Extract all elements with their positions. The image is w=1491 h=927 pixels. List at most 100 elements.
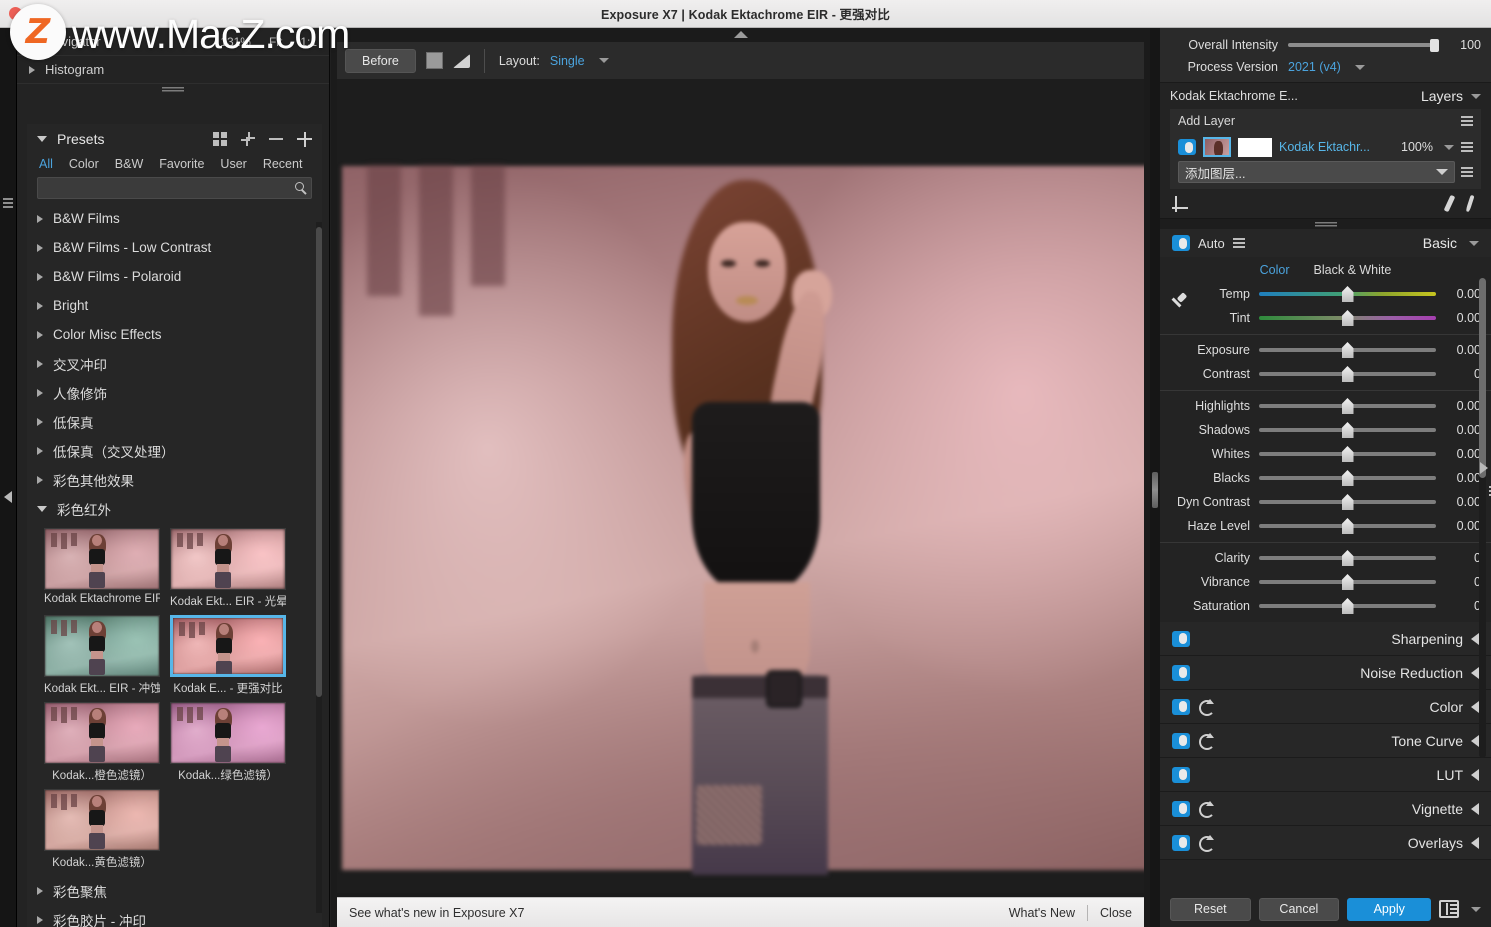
histogram-section-header[interactable]: Histogram: [17, 56, 329, 84]
preset-thumbnail-item[interactable]: Kodak Ekt... EIR - 光晕: [170, 528, 286, 609]
expand-left-arrow-icon[interactable]: [1471, 836, 1479, 849]
vibrance-slider[interactable]: [1259, 574, 1436, 590]
lut-enable-toggle[interactable]: [1172, 766, 1190, 783]
saturation-slider[interactable]: [1259, 598, 1436, 614]
temp-slider[interactable]: [1259, 286, 1436, 302]
slider-handle[interactable]: [1430, 39, 1439, 52]
exposure-slider[interactable]: [1259, 342, 1436, 358]
right-divider-grip-icon[interactable]: [1152, 472, 1158, 508]
preset-thumbnail-image[interactable]: [44, 702, 160, 764]
layers-menu-icon[interactable]: [1461, 116, 1473, 126]
noise-reduction-enable-toggle[interactable]: [1172, 664, 1190, 681]
close-window-button[interactable]: [9, 7, 22, 20]
whites-row[interactable]: Whites 0.00: [1160, 442, 1491, 466]
tab-black-and-white[interactable]: Black & White: [1314, 263, 1392, 277]
blacks-slider[interactable]: [1259, 470, 1436, 486]
section-vignette[interactable]: Vignette: [1160, 792, 1491, 826]
eyedropper-icon[interactable]: [1170, 293, 1190, 313]
sharpening-enable-toggle[interactable]: [1172, 630, 1190, 647]
window-controls[interactable]: [9, 7, 43, 20]
filter-tab-recent[interactable]: Recent: [263, 157, 303, 171]
left-panel-resize-grip[interactable]: [17, 84, 329, 95]
navigator-section-header[interactable]: Navigator 131% Fit 1:1: [17, 28, 329, 56]
layer-row[interactable]: Kodak Ektachr... 100%: [1170, 133, 1481, 161]
slider-handle[interactable]: [1341, 446, 1354, 462]
close-banner-button[interactable]: Close: [1100, 906, 1132, 920]
add-layer-select[interactable]: 添加图层...: [1178, 161, 1455, 183]
chevron-down-icon[interactable]: [1471, 906, 1481, 912]
brush-tool-icon[interactable]: [1459, 194, 1479, 214]
haze-level-row[interactable]: Haze Level 0.00: [1160, 514, 1491, 538]
split-view-square-icon[interactable]: [425, 52, 443, 69]
slider-handle[interactable]: [1341, 518, 1354, 534]
preset-group-color-misc[interactable]: 彩色其他效果: [37, 465, 316, 494]
right-panel-scrollbar[interactable]: [1479, 278, 1486, 758]
filter-tab-bw[interactable]: B&W: [115, 157, 143, 171]
preset-filter-tabs[interactable]: All Color B&W Favorite User Recent: [27, 154, 322, 177]
reset-icon[interactable]: [1198, 835, 1215, 852]
zoom-window-button[interactable]: [30, 7, 43, 20]
whats-new-button[interactable]: What's New: [1009, 906, 1075, 920]
preset-thumbnail-item[interactable]: Kodak...黄色滤镜）: [44, 789, 160, 870]
edited-photo[interactable]: [342, 166, 1144, 875]
crop-tool-icon[interactable]: [1172, 195, 1188, 212]
slider-handle[interactable]: [1341, 470, 1354, 486]
vignette-enable-toggle[interactable]: [1172, 800, 1190, 817]
split-view-diagonal-icon[interactable]: [452, 53, 470, 68]
process-version-value[interactable]: 2021 (v4): [1288, 60, 1341, 74]
preset-thumbnail-image[interactable]: [170, 615, 286, 677]
preset-group-color-misc-effects[interactable]: Color Misc Effects: [37, 320, 316, 349]
add-layer-menu-icon[interactable]: [1461, 167, 1473, 177]
process-version-row[interactable]: Process Version 2021 (v4): [1160, 56, 1491, 78]
slider-handle[interactable]: [1341, 342, 1354, 358]
reset-icon[interactable]: [1198, 699, 1215, 716]
slider-handle[interactable]: [1341, 494, 1354, 510]
color-enable-toggle[interactable]: [1172, 698, 1190, 715]
temp-row[interactable]: Temp 0.00: [1160, 282, 1491, 306]
highlights-row[interactable]: Highlights 0.00: [1160, 394, 1491, 418]
chevron-down-icon[interactable]: [1444, 144, 1454, 150]
preset-thumbnail-item-selected[interactable]: Kodak E... - 更强对比: [170, 615, 286, 696]
filter-tab-all[interactable]: All: [39, 157, 53, 171]
show-filmstrip-caret-icon[interactable]: [733, 31, 748, 38]
expand-left-arrow-icon[interactable]: [1471, 666, 1479, 679]
remove-preset-icon[interactable]: [269, 138, 283, 140]
collapse-all-icon[interactable]: [241, 132, 255, 146]
overlays-enable-toggle[interactable]: [1172, 834, 1190, 851]
panel-layout-icon[interactable]: [1439, 900, 1459, 918]
preset-thumbnail-image[interactable]: [44, 615, 160, 677]
reset-button[interactable]: Reset: [1170, 897, 1251, 921]
collapse-left-panel-arrow-icon[interactable]: [4, 491, 12, 503]
chevron-down-icon[interactable]: [37, 136, 47, 142]
overall-intensity-row[interactable]: Overall Intensity 100: [1160, 34, 1491, 56]
preset-thumbnail-image[interactable]: [44, 789, 160, 851]
slider-handle[interactable]: [1341, 422, 1354, 438]
auto-button[interactable]: Auto: [1198, 236, 1225, 251]
add-layer-dropdown-row[interactable]: 添加图层...: [1170, 161, 1481, 183]
preset-group-bw-films-low-contrast[interactable]: B&W Films - Low Contrast: [37, 233, 316, 262]
expand-left-arrow-icon[interactable]: [1471, 734, 1479, 747]
preset-thumbnail-item[interactable]: Kodak...绿色滤镜）: [170, 702, 286, 783]
highlights-slider[interactable]: [1259, 398, 1436, 414]
before-button[interactable]: Before: [345, 48, 416, 73]
presets-header-icons[interactable]: [213, 131, 312, 147]
basic-menu-icon[interactable]: [1232, 238, 1245, 248]
chevron-down-icon[interactable]: [1436, 169, 1448, 175]
add-preset-icon[interactable]: [297, 131, 312, 147]
section-overlays[interactable]: Overlays: [1160, 826, 1491, 860]
chevron-down-icon[interactable]: [1354, 64, 1365, 70]
image-canvas[interactable]: [337, 79, 1144, 893]
preset-thumbnail-item[interactable]: Kodak Ekt... EIR - 冲蚀: [44, 615, 160, 696]
overall-intensity-slider[interactable]: [1288, 39, 1439, 52]
slider-handle[interactable]: [1341, 286, 1354, 302]
layer-visibility-toggle[interactable]: [1178, 139, 1196, 155]
filter-tab-color[interactable]: Color: [69, 157, 99, 171]
layer-mask-thumbnail[interactable]: [1238, 137, 1272, 157]
section-sharpening[interactable]: Sharpening: [1160, 622, 1491, 656]
preset-group-cross-process[interactable]: 交叉冲印: [37, 349, 316, 378]
expand-left-arrow-icon[interactable]: [1471, 802, 1479, 815]
section-noise-reduction[interactable]: Noise Reduction: [1160, 656, 1491, 690]
preset-list[interactable]: B&W Films B&W Films - Low Contrast B&W F…: [37, 204, 316, 927]
blacks-row[interactable]: Blacks 0.00: [1160, 466, 1491, 490]
haze-level-slider[interactable]: [1259, 518, 1436, 534]
